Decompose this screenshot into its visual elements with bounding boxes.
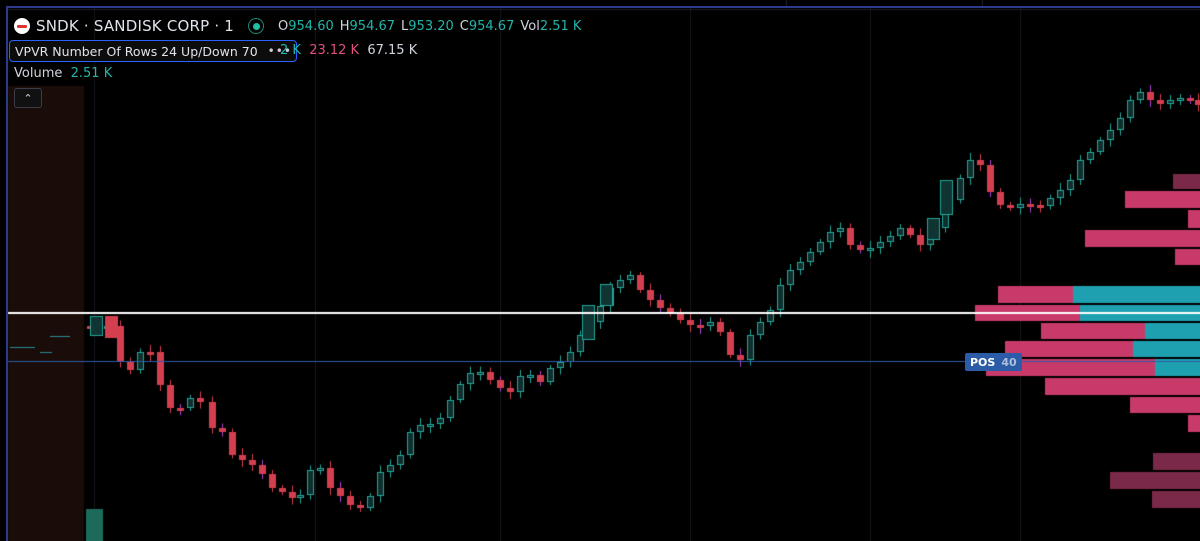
vpvr-value-total: 67.15 K [367, 43, 418, 58]
vpvr-name: VPVR Number Of Rows 24 Up/Down 70 [15, 43, 258, 59]
vpvr-value-down: 23.12 K [309, 43, 360, 58]
chevron-up-icon[interactable]: ⌃ [14, 88, 42, 108]
volume-value: 2.51 K [70, 66, 113, 81]
sandisk-logo-icon [14, 18, 30, 34]
ohlc-low: L953.20 [401, 18, 454, 34]
position-badge[interactable]: POS 40 [965, 353, 1022, 371]
market-status-icon[interactable] [248, 18, 265, 34]
volume-legend: Volume 2.51 K [14, 66, 112, 81]
position-label: POS [970, 355, 996, 369]
vpvr-indicator-label[interactable]: VPVR Number Of Rows 24 Up/Down 70 ••• [9, 40, 297, 62]
chart-frame [6, 6, 1200, 541]
ohlc-open: O954.60 [278, 18, 334, 34]
ohlc-high: H954.67 [339, 18, 396, 34]
symbol-header: SNDK · SANDISK CORP · 1 O954.60 H954.67 … [14, 15, 587, 37]
symbol-title[interactable]: SNDK · SANDISK CORP · 1 [36, 17, 234, 35]
volume-label: Volume [14, 66, 63, 81]
ohlc-close: C954.67 [459, 18, 515, 34]
vpvr-values: 2 K 23.12 K 67.15 K [280, 43, 417, 58]
vpvr-value-up: 2 K [280, 43, 301, 58]
position-qty: 40 [1001, 355, 1017, 369]
ohlc-volume: Vol2.51 K [520, 18, 582, 34]
